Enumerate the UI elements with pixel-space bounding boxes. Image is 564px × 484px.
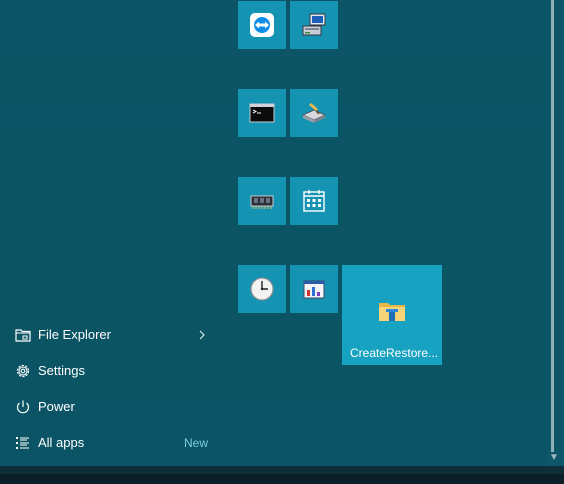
calendar-icon <box>303 190 325 212</box>
menu-item-label: Settings <box>38 363 85 378</box>
folder-icon <box>15 329 31 342</box>
computer-network-icon <box>302 13 326 36</box>
tile-clock[interactable] <box>238 265 286 313</box>
tile-computer-network[interactable] <box>290 1 338 49</box>
menu-item-label: File Explorer <box>38 327 111 342</box>
chevron-right-icon[interactable] <box>196 326 208 344</box>
tile-create-restore[interactable]: CreateRestore... <box>342 265 442 365</box>
scroll-down-arrow-icon[interactable]: ▼ <box>548 452 560 464</box>
start-menu-panel: File Explorer Settings Power All apps Ne… <box>0 0 547 466</box>
memory-chip-icon <box>250 195 274 209</box>
tile-chart-app[interactable] <box>290 265 338 313</box>
menu-item-label: All apps <box>38 435 85 450</box>
tile-command-prompt[interactable] <box>238 89 286 137</box>
power-icon <box>16 400 30 414</box>
tile-disk-tool[interactable] <box>290 89 338 137</box>
tile-memory-chip[interactable] <box>238 177 286 225</box>
scrollbar[interactable]: ▼ <box>547 0 564 466</box>
teamviewer-icon <box>250 13 274 37</box>
folder-icon <box>379 303 405 321</box>
menu-item-all-apps[interactable]: All apps New <box>0 425 220 461</box>
taskbar-edge <box>0 474 564 484</box>
new-badge: New <box>184 436 209 450</box>
clock-icon <box>250 277 274 301</box>
menu-item-power[interactable]: Power <box>0 389 220 425</box>
scrollbar-thumb[interactable] <box>551 0 554 452</box>
disk-tool-icon <box>302 103 326 123</box>
chart-app-icon <box>303 280 325 299</box>
gear-icon <box>16 364 30 378</box>
command-prompt-icon <box>249 103 275 123</box>
menu-item-settings[interactable]: Settings <box>0 353 220 389</box>
list-icon <box>16 437 29 449</box>
tile-teamviewer[interactable] <box>238 1 286 49</box>
menu-item-file-explorer[interactable]: File Explorer <box>0 317 220 353</box>
tile-label: CreateRestore... <box>350 346 438 360</box>
menu-item-label: Power <box>38 399 75 414</box>
tile-calendar[interactable] <box>290 177 338 225</box>
